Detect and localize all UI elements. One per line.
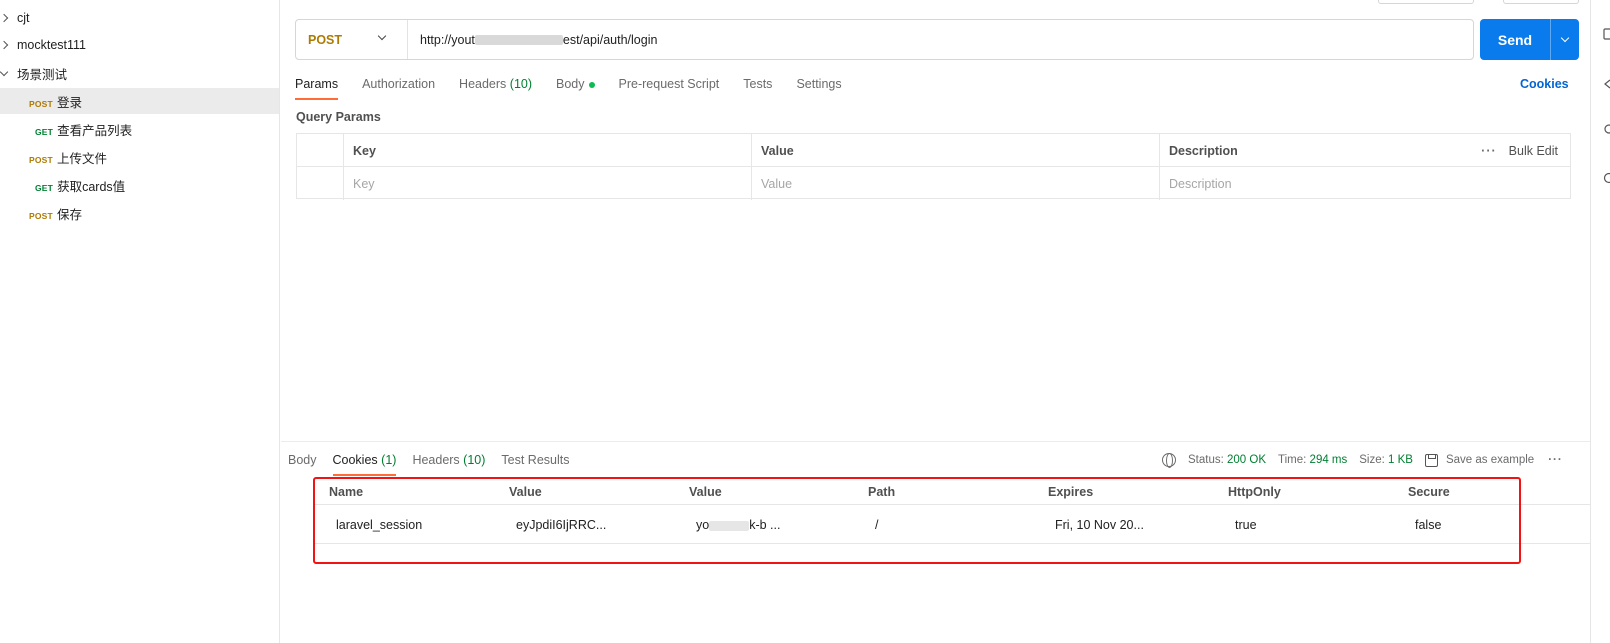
method-badge: POST (29, 210, 53, 221)
status-value[interactable]: 200 OK (1227, 454, 1266, 466)
tab-params[interactable]: Params (295, 72, 339, 102)
request-label: 保存 (56, 207, 82, 222)
method-badge: GET (35, 182, 54, 193)
request-label: 登录 (56, 95, 82, 110)
chevron-down-icon (377, 31, 387, 41)
request-label: 获取cards值 (57, 179, 126, 194)
share-button-stub[interactable] (1503, 0, 1579, 4)
more-options-icon[interactable]: ··· (1548, 454, 1563, 466)
method-select[interactable]: POST (296, 20, 408, 59)
url-prefix: http://yout (420, 32, 475, 47)
row-checkbox-column (297, 134, 343, 167)
table-row: Key Value Description (297, 167, 1570, 200)
request-item-upload[interactable]: POST 上传文件 (0, 144, 279, 170)
url-redacted (474, 35, 563, 46)
body-indicator-dot (588, 81, 595, 88)
request-url-bar: POST http://yout est/api/auth/login (295, 19, 1474, 60)
tab-authorization[interactable]: Authorization (362, 72, 435, 102)
response-divider[interactable] (281, 441, 1590, 442)
documentation-icon[interactable] (1603, 28, 1610, 40)
request-item-save[interactable]: POST 保存 (0, 200, 279, 226)
description-input[interactable]: Description (1159, 167, 1570, 200)
method-badge: POST (29, 154, 53, 165)
query-params-title: Query Params (296, 110, 381, 124)
save-dropdown-stub[interactable] (1378, 0, 1474, 4)
request-tabs: Params Authorization Headers (10) Body P… (295, 72, 866, 102)
url-input[interactable]: http://yout est/api/auth/login (408, 33, 657, 47)
method-select-value: POST (308, 32, 343, 47)
tab-headers[interactable]: Headers (10) (459, 72, 532, 102)
size-label: Size: (1359, 454, 1385, 466)
chevron-down-icon (1560, 33, 1570, 43)
chevron-right-icon[interactable] (0, 40, 9, 50)
value-input[interactable]: Value (751, 167, 1159, 200)
tab-settings[interactable]: Settings (796, 72, 841, 102)
chevron-down-icon[interactable] (0, 67, 9, 76)
send-label: Send (1497, 31, 1533, 48)
collection-item-scenario-test[interactable]: 场景测试 (0, 60, 279, 86)
globe-icon[interactable] (1162, 453, 1176, 468)
column-header-value: Value (751, 134, 1159, 167)
method-badge: GET (35, 126, 54, 137)
bulk-edit-label: Bulk Edit (1508, 143, 1558, 158)
tab-tests[interactable]: Tests (743, 72, 772, 102)
info-icon[interactable] (1603, 172, 1610, 184)
request-label: 查看产品列表 (57, 123, 133, 138)
request-item-product-list[interactable]: GET 查看产品列表 (0, 116, 279, 142)
row-checkbox[interactable] (297, 167, 343, 200)
request-item-login[interactable]: POST 登录 (0, 88, 279, 114)
column-header-key: Key (343, 134, 751, 167)
time-label: Time: (1278, 454, 1307, 466)
collection-item-cjt[interactable]: cjt (0, 5, 279, 31)
right-icon-rail (1590, 0, 1610, 643)
cookies-count: (1) (381, 453, 397, 467)
time-value[interactable]: 294 ms (1310, 454, 1348, 466)
collection-label: mocktest111 (17, 38, 87, 52)
collection-label: cjt (17, 11, 30, 25)
more-options-icon[interactable]: ··· (1481, 144, 1497, 158)
response-status-bar: Status: 200 OK Time: 294 ms Size: 1 KB S… (1162, 451, 1563, 469)
response-tab-body[interactable]: Body (288, 451, 317, 481)
method-badge: POST (29, 98, 53, 109)
bulb-icon[interactable] (1603, 124, 1610, 136)
request-label: 上传文件 (56, 151, 107, 166)
code-icon[interactable] (1603, 78, 1610, 90)
save-as-example-button[interactable]: Save as example (1446, 454, 1534, 466)
key-input[interactable]: Key (343, 167, 751, 200)
send-dropdown[interactable] (1551, 33, 1579, 43)
table-header-row: Key Value Description ··· Bulk Edit (297, 134, 1570, 167)
request-item-get-cards[interactable]: GET 获取cards值 (0, 172, 279, 198)
send-button[interactable]: Send (1480, 19, 1579, 60)
response-headers-count: (10) (463, 453, 486, 467)
headers-count: (10) (509, 77, 533, 91)
collection-label: 场景测试 (17, 67, 68, 82)
save-icon[interactable] (1424, 453, 1438, 467)
collections-sidebar: cjt mocktest111 场景测试 POST 登录 GET 查看产品列表 PO… (0, 0, 280, 643)
annotation-highlight-box (313, 477, 1521, 564)
tab-body[interactable]: Body (556, 72, 595, 102)
chevron-right-icon[interactable] (0, 13, 9, 23)
query-params-table: Key Value Description ··· Bulk Edit Key … (296, 133, 1571, 200)
tab-pre-request-script[interactable]: Pre-request Script (619, 72, 720, 102)
cookies-link[interactable]: Cookies (1520, 77, 1569, 91)
bulk-edit-button[interactable]: ··· Bulk Edit (1481, 134, 1558, 167)
size-value[interactable]: 1 KB (1388, 454, 1413, 466)
collection-item-mocktest111[interactable]: mocktest111 (0, 32, 279, 58)
url-suffix: est/api/auth/login (562, 32, 658, 47)
status-label: Status: (1188, 454, 1224, 466)
